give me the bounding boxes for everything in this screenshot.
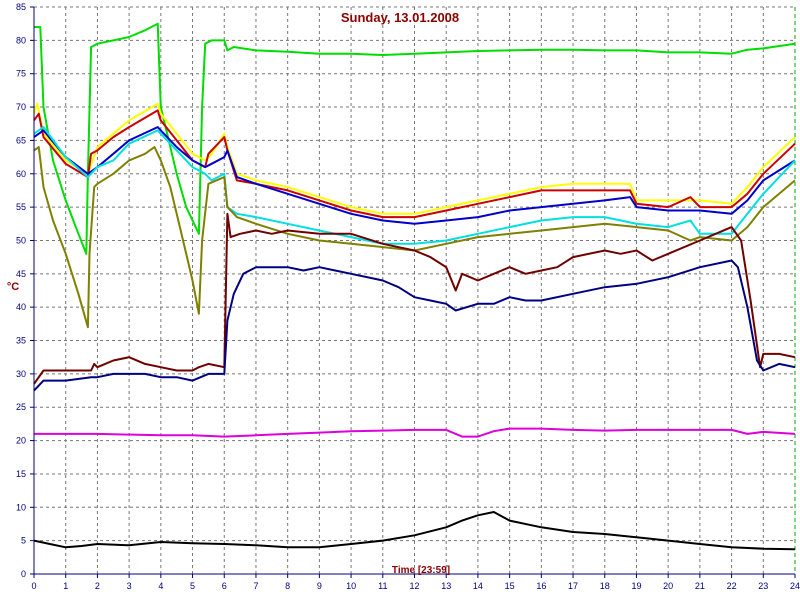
x-tick-label: 24	[790, 581, 800, 591]
chart-background	[0, 0, 800, 600]
x-tick-label: 11	[378, 581, 387, 591]
x-tick-label: 13	[441, 581, 451, 591]
y-tick-label: 10	[16, 502, 26, 512]
x-tick-label: 8	[285, 581, 290, 591]
y-tick-label: 30	[16, 369, 26, 379]
y-tick-label: 70	[16, 102, 26, 112]
x-tick-label: 22	[727, 581, 737, 591]
x-tick-label: 17	[568, 581, 578, 591]
y-axis-label: °C	[7, 281, 19, 293]
y-tick-label: 85	[16, 2, 26, 12]
y-tick-label: 40	[16, 302, 26, 312]
y-tick-label: 15	[16, 469, 26, 479]
chart-svg: 0 1 2 3 4 5 6 7 8 9 10 11 12 13 14 15 16 17 18 19 20 21 22 23 24…	[0, 0, 800, 600]
x-tick-label: 6	[222, 581, 227, 591]
x-tick-label: 21	[695, 581, 705, 591]
y-tick-label: 80	[16, 35, 26, 45]
y-tick-label: 65	[16, 135, 26, 145]
y-tick-label: 55	[16, 202, 26, 212]
x-tick-label: 7	[253, 581, 258, 591]
y-tick-label: 50	[16, 235, 26, 245]
x-tick-label: 9	[317, 581, 322, 591]
y-tick-label: 35	[16, 336, 26, 346]
y-tick-label: 45	[16, 269, 26, 279]
chart-title: Sunday, 13.01.2008	[341, 10, 459, 25]
y-tick-label: 5	[21, 536, 26, 546]
x-tick-label: 0	[31, 581, 36, 591]
y-tick-label: 25	[16, 402, 26, 412]
x-tick-label: 10	[346, 581, 356, 591]
x-tick-label: 3	[127, 581, 132, 591]
x-tick-label: 23	[758, 581, 768, 591]
chart-root: 0 1 2 3 4 5 6 7 8 9 10 11 12 13 14 15 16 17 18 19 20 21 22 23 24…	[0, 0, 800, 600]
x-tick-label: 18	[600, 581, 610, 591]
y-tick-label: 20	[16, 436, 26, 446]
x-tick-label: 1	[63, 581, 68, 591]
y-tick-label: 0	[21, 569, 26, 579]
x-tick-label: 12	[409, 581, 419, 591]
x-tick-label: 15	[505, 581, 515, 591]
x-tick-label: 5	[190, 581, 195, 591]
x-tick-label: 4	[158, 581, 163, 591]
y-tick-label: 75	[16, 69, 26, 79]
x-tick-label: 19	[631, 581, 641, 591]
x-tick-label: 16	[536, 581, 546, 591]
y-tick-label: 60	[16, 169, 26, 179]
x-tick-label: 14	[473, 581, 483, 591]
x-tick-label: 2	[95, 581, 100, 591]
x-axis-label: Time [23:59]	[392, 565, 450, 576]
x-tick-label: 20	[663, 581, 673, 591]
